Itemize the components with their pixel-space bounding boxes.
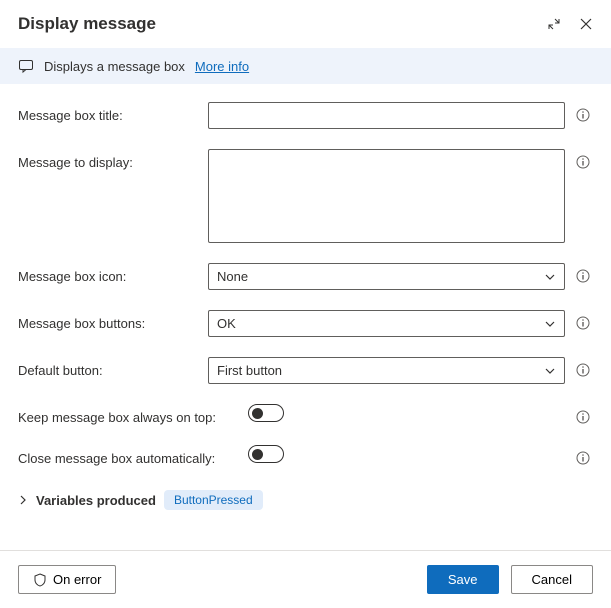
label-buttons: Message box buttons:	[18, 310, 208, 331]
chevron-down-icon	[544, 271, 556, 283]
label-icon: Message box icon:	[18, 263, 208, 284]
variable-pill[interactable]: ButtonPressed	[164, 490, 263, 510]
help-message[interactable]	[573, 149, 593, 169]
variables-row[interactable]: Variables produced ButtonPressed	[18, 486, 593, 522]
info-bar-text: Displays a message box	[44, 59, 185, 74]
chevron-down-icon	[544, 318, 556, 330]
header-actions	[547, 17, 593, 31]
label-auto-close: Close message box automatically:	[18, 445, 248, 466]
help-buttons[interactable]	[573, 310, 593, 330]
message-icon	[18, 58, 34, 74]
label-always-on-top: Keep message box always on top:	[18, 404, 248, 425]
expand-icon[interactable]	[547, 17, 561, 31]
dialog-title: Display message	[18, 14, 547, 34]
toggle-auto-close[interactable]	[248, 445, 284, 463]
row-always-on-top: Keep message box always on top:	[18, 404, 593, 425]
dialog-header: Display message	[0, 0, 611, 42]
save-button[interactable]: Save	[427, 565, 499, 594]
close-icon[interactable]	[579, 17, 593, 31]
label-message: Message to display:	[18, 149, 208, 170]
label-title: Message box title:	[18, 102, 208, 123]
variables-label: Variables produced	[36, 493, 156, 508]
help-auto-close[interactable]	[573, 445, 593, 465]
more-info-link[interactable]: More info	[195, 59, 249, 74]
help-default-button[interactable]	[573, 357, 593, 377]
toggle-always-on-top[interactable]	[248, 404, 284, 422]
cancel-button[interactable]: Cancel	[511, 565, 593, 594]
row-title: Message box title:	[18, 102, 593, 129]
label-default-button: Default button:	[18, 357, 208, 378]
chevron-down-icon	[544, 365, 556, 377]
select-icon-value: None	[217, 269, 248, 284]
row-default-button: Default button: First button	[18, 357, 593, 384]
form-body: Message box title: Message to display: M…	[0, 84, 611, 550]
select-icon[interactable]: None	[208, 263, 565, 290]
shield-icon	[33, 573, 47, 587]
dialog-footer: On error Save Cancel	[0, 550, 611, 608]
select-buttons-value: OK	[217, 316, 236, 331]
select-default-button[interactable]: First button	[208, 357, 565, 384]
input-message[interactable]	[208, 149, 565, 243]
select-buttons[interactable]: OK	[208, 310, 565, 337]
chevron-right-icon	[18, 495, 28, 505]
select-default-button-value: First button	[217, 363, 282, 378]
row-auto-close: Close message box automatically:	[18, 445, 593, 466]
input-title[interactable]	[208, 102, 565, 129]
on-error-label: On error	[53, 572, 101, 587]
on-error-button[interactable]: On error	[18, 565, 116, 594]
row-icon: Message box icon: None	[18, 263, 593, 290]
row-buttons: Message box buttons: OK	[18, 310, 593, 337]
info-bar: Displays a message box More info	[0, 48, 611, 84]
help-icon[interactable]	[573, 263, 593, 283]
row-message: Message to display:	[18, 149, 593, 243]
help-title[interactable]	[573, 102, 593, 122]
help-always-on-top[interactable]	[573, 404, 593, 424]
